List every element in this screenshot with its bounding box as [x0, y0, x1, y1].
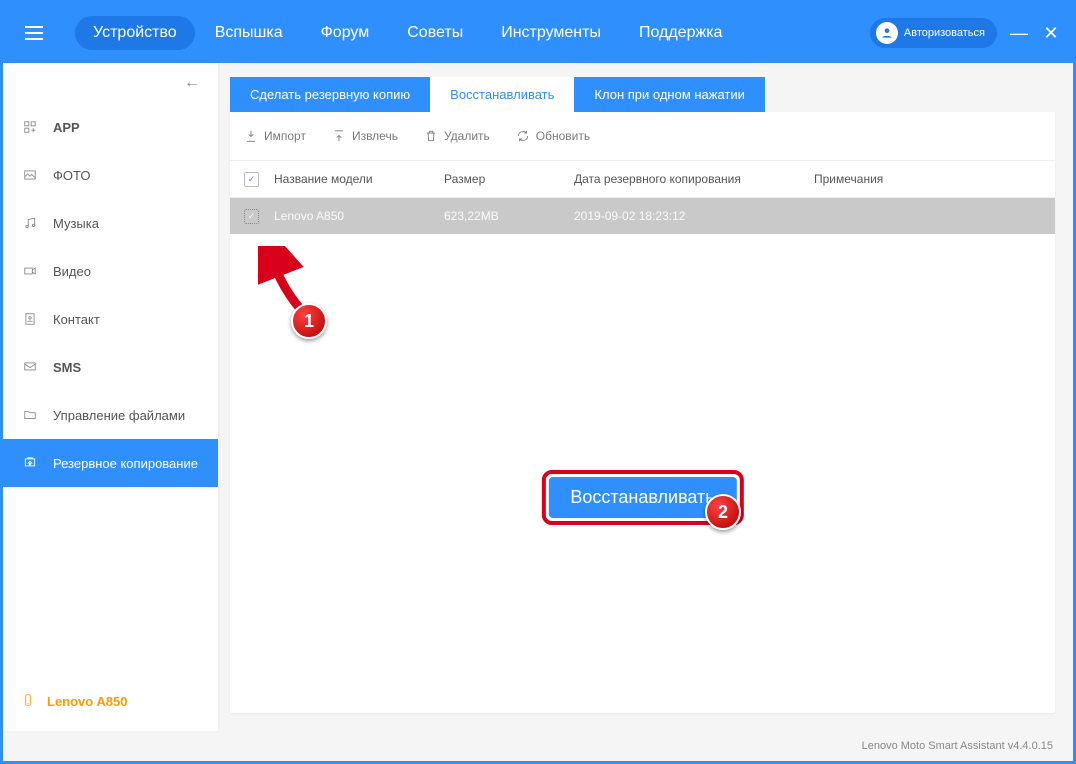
sidebar-items: APP ФОТО Музыка Видео Контакт — [3, 103, 218, 671]
music-icon — [21, 214, 39, 232]
col-name[interactable]: Название модели — [274, 172, 444, 186]
login-label: Авторизоваться — [904, 27, 985, 39]
nav-device[interactable]: Устройство — [75, 16, 195, 50]
nav-support[interactable]: Поддержка — [621, 16, 740, 50]
tab-restore[interactable]: Восстанавливать — [430, 77, 574, 112]
sidebar-item-files[interactable]: Управление файлами — [3, 391, 218, 439]
select-all-checkbox[interactable]: ✓ — [244, 172, 259, 187]
col-size[interactable]: Размер — [444, 172, 574, 186]
sidebar-back-icon[interactable]: ← — [3, 63, 218, 103]
restore-highlight: Восстанавливать — [541, 470, 743, 525]
sidebar-label: SMS — [53, 360, 81, 375]
status-text: Lenovo Moto Smart Assistant v4.4.0.15 — [862, 740, 1053, 752]
photo-icon — [21, 166, 39, 184]
close-button[interactable]: ✕ — [1041, 23, 1061, 44]
sms-icon — [21, 358, 39, 376]
table-row[interactable]: ✓ Lenovo A850 623,22MB 2019-09-02 18:23:… — [230, 198, 1055, 234]
status-bar: Lenovo Moto Smart Assistant v4.4.0.15 — [3, 731, 1073, 761]
toolbar-delete[interactable]: Удалить — [424, 129, 490, 143]
top-right: Авторизоваться — ✕ — [870, 3, 1061, 63]
sidebar: ← APP ФОТО Музыка Видео — [3, 63, 218, 731]
toolbar: Импорт Извлечь Удалить Обновить — [230, 112, 1055, 160]
menu-icon[interactable] — [25, 18, 55, 48]
sidebar-label: Контакт — [53, 312, 100, 327]
tab-backup[interactable]: Сделать резервную копию — [230, 77, 430, 112]
files-icon — [21, 406, 39, 424]
phone-icon — [21, 693, 35, 710]
nav-flash[interactable]: Вспышка — [197, 16, 301, 50]
backup-icon — [21, 454, 39, 472]
restore-button[interactable]: Восстанавливать — [548, 477, 736, 518]
sidebar-item-backup[interactable]: Резервное копирование — [3, 439, 218, 487]
sidebar-item-video[interactable]: Видео — [3, 247, 218, 295]
apps-icon — [21, 118, 39, 136]
toolbar-import[interactable]: Импорт — [244, 129, 306, 143]
main: Сделать резервную копию Восстанавливать … — [218, 63, 1073, 731]
user-icon — [876, 22, 898, 44]
tab-clone[interactable]: Клон при одном нажатии — [574, 77, 764, 112]
minimize-button[interactable]: — — [1009, 23, 1029, 44]
sidebar-label: Управление файлами — [53, 408, 185, 423]
nav-tips[interactable]: Советы — [389, 16, 481, 50]
device-label: Lenovo A850 — [47, 694, 127, 709]
col-date[interactable]: Дата резервного копирования — [574, 172, 814, 186]
top-bar: Устройство Вспышка Форум Советы Инструме… — [3, 3, 1073, 63]
nav-tools[interactable]: Инструменты — [483, 16, 619, 50]
toolbar-extract[interactable]: Извлечь — [332, 129, 398, 143]
sidebar-item-photo[interactable]: ФОТО — [3, 151, 218, 199]
cell-name: Lenovo A850 — [274, 209, 444, 223]
nav-forum[interactable]: Форум — [303, 16, 388, 50]
row-checkbox[interactable]: ✓ — [244, 209, 259, 224]
sidebar-item-app[interactable]: APP — [3, 103, 218, 151]
sidebar-item-sms[interactable]: SMS — [3, 343, 218, 391]
app-window: Устройство Вспышка Форум Советы Инструме… — [0, 0, 1076, 764]
cell-size: 623,22MB — [444, 209, 574, 223]
video-icon — [21, 262, 39, 280]
sidebar-item-contact[interactable]: Контакт — [3, 295, 218, 343]
col-notes[interactable]: Примечания — [814, 172, 1041, 186]
table-header: ✓ Название модели Размер Дата резервного… — [230, 160, 1055, 198]
panel: Импорт Извлечь Удалить Обновить ✓ Назван… — [230, 112, 1055, 713]
sidebar-label: APP — [53, 120, 80, 135]
contact-icon — [21, 310, 39, 328]
toolbar-refresh[interactable]: Обновить — [516, 129, 590, 143]
sidebar-label: Резервное копирование — [53, 456, 198, 471]
cell-date: 2019-09-02 18:23:12 — [574, 209, 814, 223]
connected-device[interactable]: Lenovo A850 — [3, 671, 218, 731]
sidebar-label: Видео — [53, 264, 91, 279]
sidebar-item-music[interactable]: Музыка — [3, 199, 218, 247]
sidebar-label: ФОТО — [53, 168, 90, 183]
sidebar-label: Музыка — [53, 216, 99, 231]
body: ← APP ФОТО Музыка Видео — [3, 63, 1073, 731]
login-button[interactable]: Авторизоваться — [870, 18, 997, 48]
tabs: Сделать резервную копию Восстанавливать … — [230, 77, 1055, 112]
